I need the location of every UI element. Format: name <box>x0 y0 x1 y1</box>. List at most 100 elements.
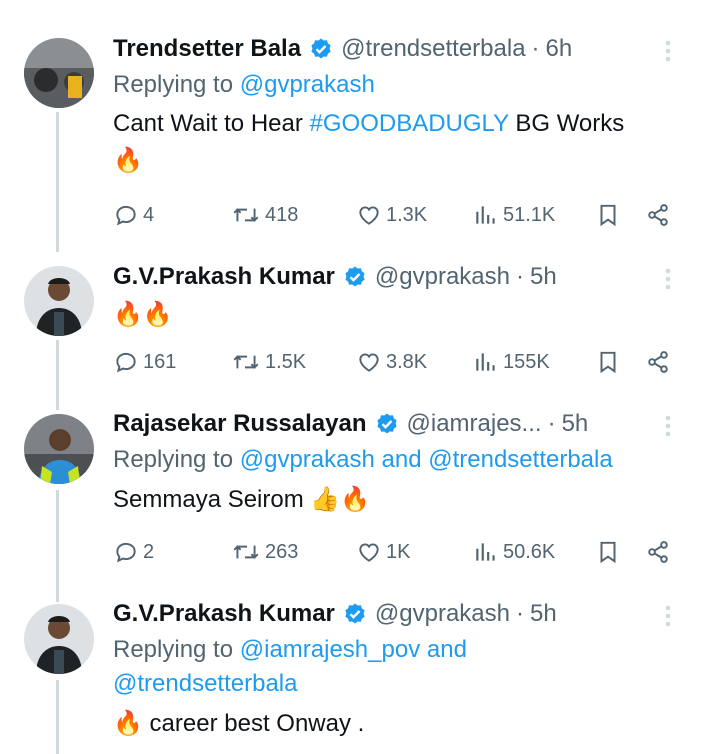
separator-dot: · <box>547 410 556 437</box>
mention-link[interactable]: @trendsetterbala <box>113 670 297 697</box>
mention-link[interactable]: @iamrajesh_pov <box>240 636 420 663</box>
more-options-icon[interactable] <box>656 601 680 631</box>
timestamp[interactable]: 5h <box>530 263 557 291</box>
share-button[interactable] <box>645 202 675 228</box>
timestamp[interactable]: 5h <box>530 600 557 628</box>
views-button[interactable]: 50.6K <box>473 539 555 565</box>
bookmark-button[interactable] <box>595 202 625 228</box>
author-handle[interactable]: @gvprakash <box>375 600 510 628</box>
repost-count: 418 <box>265 203 299 226</box>
separator-dot: · <box>516 600 524 627</box>
repost-button[interactable]: 1.5K <box>231 349 306 375</box>
replying-to: Replying to @gvprakash and @trendsetterb… <box>113 446 613 473</box>
author-handle[interactable]: @iamrajes... <box>407 410 542 438</box>
thread-line-2 <box>56 340 59 410</box>
replying-to: Replying to @iamrajesh_pov and @trendsett… <box>113 636 467 697</box>
action-bar: 161 1.5K 3.8K 155K <box>113 347 673 377</box>
thread-line-4 <box>56 680 59 754</box>
fire-emoji: 🔥 <box>113 146 143 174</box>
mention-link[interactable]: @trendsetterbala <box>428 446 612 473</box>
author-name[interactable]: Rajasekar Russalayan <box>113 410 367 438</box>
like-button[interactable]: 1K <box>356 539 410 565</box>
author-name[interactable]: Trendsetter Bala <box>113 35 301 63</box>
repost-button[interactable]: 418 <box>231 202 298 228</box>
reply-icon <box>116 542 136 563</box>
repost-icon <box>233 355 259 369</box>
avatar[interactable] <box>24 38 94 108</box>
repost-count: 1.5K <box>265 350 307 373</box>
share-button[interactable] <box>645 349 675 375</box>
timestamp[interactable]: 5h <box>562 410 589 438</box>
bookmark-icon <box>600 351 616 374</box>
thread-line-3 <box>56 490 59 602</box>
like-count: 3.8K <box>386 350 428 373</box>
hashtag-link[interactable]: #GOODBADUGLY <box>310 110 509 137</box>
like-count: 1.3K <box>386 203 428 226</box>
verified-badge-icon <box>345 266 365 287</box>
repost-count: 263 <box>265 540 299 563</box>
avatar[interactable] <box>24 414 94 484</box>
share-icon <box>648 204 668 226</box>
fire-emoji: 🔥🔥 <box>113 300 173 328</box>
heart-icon <box>359 353 379 372</box>
author-handle[interactable]: @trendsetterbala <box>341 35 525 63</box>
view-count: 50.6K <box>503 540 556 563</box>
bookmark-button[interactable] <box>595 539 625 565</box>
more-options-icon[interactable] <box>656 264 680 294</box>
reply-button[interactable]: 2 <box>113 539 154 565</box>
tweet-text: Cant Wait to Hear #GOODBADUGLY BG Works 🔥 <box>113 110 625 174</box>
reply-count: 4 <box>143 203 155 226</box>
like-count: 1K <box>386 540 411 563</box>
tweet-text: Semmaya Seirom 👍🔥 <box>113 485 371 513</box>
mention-link[interactable]: @gvprakash <box>240 446 375 473</box>
bookmark-icon <box>600 204 616 227</box>
view-count: 155K <box>503 350 550 373</box>
author-handle[interactable]: @gvprakash <box>375 263 510 291</box>
action-bar: 4 418 1.3K 51.1K <box>113 200 673 230</box>
verified-badge-icon <box>376 413 397 434</box>
action-bar: 2 263 1K 50.6K <box>113 537 673 567</box>
like-button[interactable]: 1.3K <box>356 202 427 228</box>
more-options-icon[interactable] <box>656 411 680 441</box>
verified-badge-icon <box>345 603 365 624</box>
reply-count: 161 <box>143 350 177 373</box>
tweet-text: 🔥🔥 <box>113 296 686 333</box>
like-button[interactable]: 3.8K <box>356 349 427 375</box>
author-name[interactable]: G.V.Prakash Kumar <box>113 263 335 291</box>
reply-button[interactable]: 161 <box>113 349 176 375</box>
avatar[interactable] <box>24 266 94 336</box>
reply-button[interactable]: 4 <box>113 202 154 228</box>
repost-icon <box>233 545 259 559</box>
author-name[interactable]: G.V.Prakash Kumar <box>113 600 335 628</box>
bookmark-icon <box>600 541 616 564</box>
share-icon <box>648 351 668 373</box>
reply-icon <box>116 205 136 226</box>
separator-dot: · <box>516 263 524 290</box>
timestamp[interactable]: 6h <box>546 35 573 63</box>
repost-button[interactable]: 263 <box>231 539 298 565</box>
more-options-icon[interactable] <box>656 36 680 66</box>
separator-dot: · <box>531 35 540 62</box>
bookmark-button[interactable] <box>595 349 625 375</box>
views-icon <box>476 543 495 561</box>
share-icon <box>648 541 668 563</box>
verified-badge-icon <box>311 38 331 59</box>
heart-icon <box>359 543 379 562</box>
heart-icon <box>359 206 379 225</box>
tweet-text: 🔥 career best Onway . <box>113 709 365 737</box>
fire-emoji: 🔥 <box>113 709 143 737</box>
thumbs-up-fire-emoji: 👍🔥 <box>310 485 371 513</box>
views-button[interactable]: 51.1K <box>473 202 555 228</box>
views-icon <box>476 353 495 371</box>
views-icon <box>476 206 495 224</box>
thread-line-1 <box>56 112 59 252</box>
repost-icon <box>233 208 259 222</box>
reply-count: 2 <box>143 540 155 563</box>
view-count: 51.1K <box>503 203 556 226</box>
mention-link[interactable]: @gvprakash <box>240 71 375 98</box>
replying-to: Replying to @gvprakash <box>113 71 375 98</box>
views-button[interactable]: 155K <box>473 349 550 375</box>
share-button[interactable] <box>645 539 675 565</box>
reply-icon <box>116 352 136 373</box>
avatar[interactable] <box>24 604 94 674</box>
